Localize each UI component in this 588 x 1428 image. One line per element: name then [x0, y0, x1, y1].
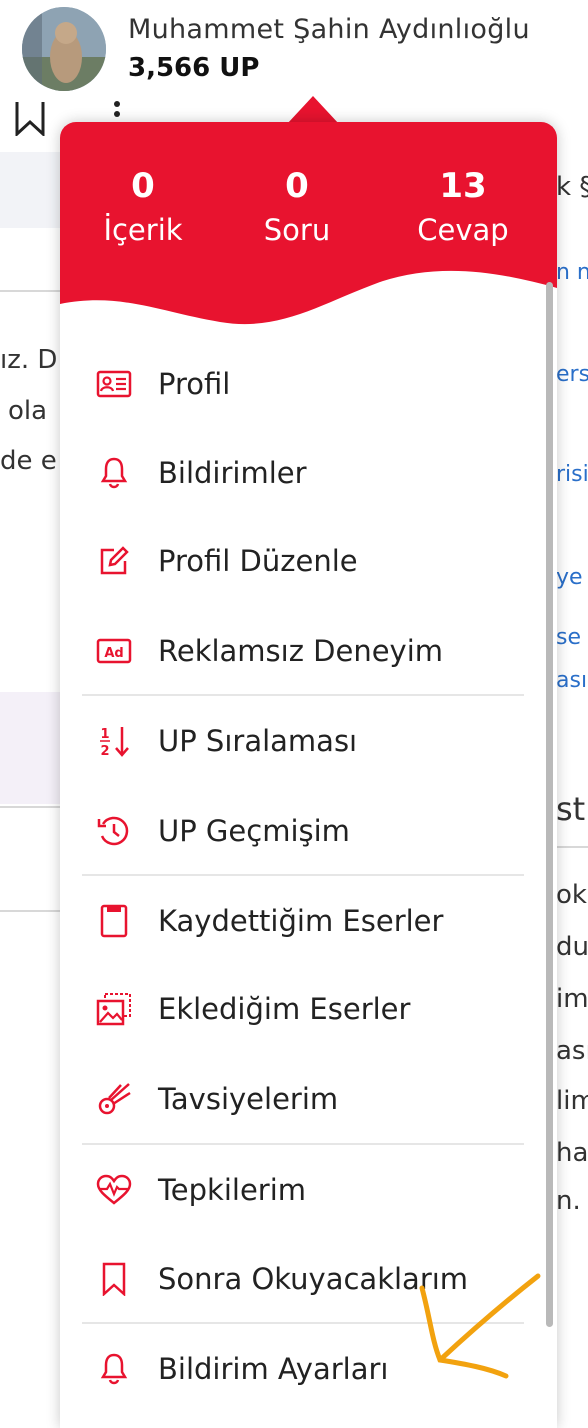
- stat-questions-label: Soru: [263, 213, 331, 247]
- menu-item-saved-works[interactable]: Kaydettiğim Eserler: [80, 886, 525, 956]
- menu-item-up-ranking[interactable]: 12 UP Sıralaması: [80, 706, 525, 776]
- background-strip: [0, 152, 60, 228]
- user-header: Muhammet Şahin Aydınlıoğlu 3,566 UP: [0, 0, 588, 102]
- background-text: n.: [556, 1186, 581, 1216]
- ad-icon: Ad: [94, 631, 134, 671]
- menu-item-label: Bildirimler: [158, 456, 307, 490]
- menu-divider: [82, 874, 524, 876]
- background-divider: [556, 846, 588, 848]
- menu-divider: [82, 1143, 524, 1145]
- menu-item-profile[interactable]: Profil: [80, 349, 525, 419]
- bell-settings-icon: [94, 1349, 134, 1389]
- user-name: Muhammet Şahin Aydınlıoğlu: [128, 14, 530, 45]
- background-text: ası: [556, 1036, 588, 1066]
- menu-item-up-history[interactable]: UP Geçmişim: [80, 796, 525, 866]
- background-text: ha: [556, 1138, 588, 1168]
- menu-item-notifications[interactable]: Bildirimler: [80, 438, 525, 508]
- menu-item-label: UP Sıralaması: [158, 724, 358, 758]
- menu-item-label: Profil: [158, 367, 231, 401]
- menu-item-label: Kaydettiğim Eserler: [158, 904, 444, 938]
- stat-content[interactable]: 0 İçerik: [68, 164, 218, 252]
- background-divider: [0, 290, 60, 292]
- dropdown-scrollbar[interactable]: [546, 282, 553, 1327]
- saved-card-icon: [94, 901, 134, 941]
- background-text: k §: [556, 172, 588, 202]
- sort-icon: 12: [94, 721, 134, 761]
- stat-questions-count: 0: [285, 166, 309, 206]
- user-points: 3,566 UP: [128, 53, 260, 83]
- menu-item-label: Tavsiyelerim: [158, 1082, 339, 1116]
- menu-item-reactions[interactable]: Tepkilerim: [80, 1155, 525, 1225]
- stat-content-count: 0: [131, 166, 155, 206]
- gallery-icon: [94, 989, 134, 1029]
- background-text: de e: [0, 446, 57, 476]
- menu-item-label: UP Geçmişim: [158, 814, 350, 848]
- stat-answers[interactable]: 13 Cevap: [388, 164, 538, 252]
- menu-item-label: Eklediğim Eserler: [158, 992, 411, 1026]
- stat-content-label: İçerik: [103, 213, 183, 247]
- dropdown-caret: [287, 96, 339, 124]
- bell-icon: [94, 453, 134, 493]
- background-divider: [0, 910, 60, 912]
- background-text: lim: [556, 1086, 588, 1116]
- arrow-annotation-icon: [410, 1268, 550, 1392]
- bookmark-icon[interactable]: [14, 100, 46, 140]
- menu-divider: [82, 694, 524, 696]
- background-text: olа: [8, 396, 48, 426]
- svg-text:1: 1: [100, 727, 109, 742]
- background-link[interactable]: ers: [556, 362, 588, 387]
- menu-item-label: Tepkilerim: [158, 1173, 307, 1207]
- avatar[interactable]: [22, 7, 106, 91]
- menu-item-label: Bildirim Ayarları: [158, 1352, 389, 1386]
- background-text: im: [556, 984, 588, 1014]
- stat-answers-label: Cevap: [417, 213, 509, 247]
- background-link[interactable]: n n: [556, 260, 588, 285]
- svg-text:2: 2: [100, 744, 109, 758]
- user-stats: 0 İçerik 0 Soru 13 Cevap: [60, 122, 557, 332]
- background-text: duğ: [556, 932, 588, 962]
- edit-icon: [94, 541, 134, 581]
- background-link[interactable]: ye: [556, 565, 583, 590]
- menu-item-edit-profile[interactable]: Profil Düzenle: [80, 526, 525, 596]
- menu-item-recommendations[interactable]: Tavsiyelerim: [80, 1064, 525, 1134]
- background-link[interactable]: ası: [556, 668, 587, 693]
- background-divider: [0, 806, 60, 808]
- heart-pulse-icon: [94, 1170, 134, 1210]
- bookmark-icon: [94, 1259, 134, 1299]
- menu-item-ad-free[interactable]: Ad Reklamsız Deneyim: [80, 616, 525, 686]
- svg-text:Ad: Ad: [104, 646, 123, 661]
- stat-answers-count: 13: [439, 166, 487, 206]
- menu-item-label: Reklamsız Deneyim: [158, 634, 444, 668]
- background-text: ok: [556, 880, 587, 910]
- background-link[interactable]: risi: [556, 462, 588, 487]
- menu-item-label: Profil Düzenle: [158, 544, 358, 578]
- stat-questions[interactable]: 0 Soru: [222, 164, 372, 252]
- background-text: ız. D: [0, 345, 58, 375]
- profile-card-icon: [94, 364, 134, 404]
- background-panel: [0, 692, 60, 804]
- history-icon: [94, 811, 134, 851]
- background-link[interactable]: se: [556, 625, 581, 650]
- user-dropdown-menu: 0 İçerik 0 Soru 13 Cevap Profil Bildirim…: [60, 122, 557, 1428]
- comet-icon: [94, 1079, 134, 1119]
- menu-item-added-works[interactable]: Eklediğim Eserler: [80, 974, 525, 1044]
- background-heading: st: [556, 790, 586, 828]
